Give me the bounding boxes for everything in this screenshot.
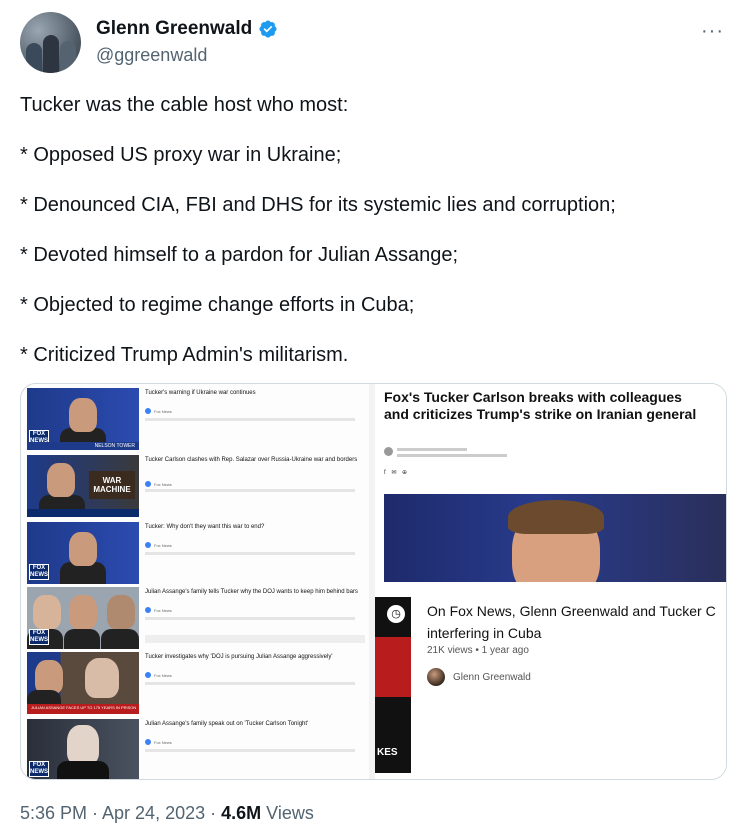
author-name-row: Glenn Greenwald [96, 18, 278, 40]
author-avatar[interactable] [20, 12, 81, 73]
tweet-line: Tucker was the cable host who most: [20, 94, 349, 116]
video-list-item[interactable]: JULIAN ASSANGE FACES UP TO 175 YEARS IN … [27, 652, 365, 714]
video-thumbnail: FOX NEWS [27, 719, 139, 779]
channel-name: Glenn Greenwald [453, 671, 531, 683]
thumbnail-caption: NELSON TOWER [27, 442, 139, 450]
thumbnail-caption: WAR MACHINE [89, 471, 135, 499]
video-title: Julian Assange's family tells Tucker why… [145, 589, 358, 595]
tweet-text: Tucker was the cable host who most: * Op… [20, 93, 720, 368]
youtube-video-screenshot[interactable]: ◷ KES On Fox News, Glenn Greenwald and T… [375, 589, 726, 779]
channel-avatar [427, 668, 445, 686]
author-handle[interactable]: @ggreenwald [96, 45, 207, 66]
video-channel: Fox News [145, 672, 172, 678]
article-image [384, 494, 726, 582]
thumbnail-caption: JULIAN ASSANGE FACES UP TO 175 YEARS IN … [27, 704, 139, 714]
video-channel: Fox News [145, 542, 172, 548]
video-channel: Fox News [145, 607, 172, 613]
youtube-channel: Glenn Greenwald [427, 668, 531, 686]
tweet-header: Glenn Greenwald @ggreenwald ··· [20, 12, 730, 76]
video-title: Julian Assange's family speak out on 'Tu… [145, 721, 309, 727]
views-count: 4.6M [221, 803, 262, 823]
video-title: Tucker: Why don't they want this war to … [145, 524, 265, 530]
right-panel: Fox's Tucker Carlson breaks with colleag… [375, 384, 726, 779]
news-article-screenshot[interactable]: Fox's Tucker Carlson breaks with colleag… [375, 384, 726, 584]
more-horizontal-icon[interactable]: ··· [701, 20, 724, 43]
tweet-line: * Criticized Trump Admin's militarism. [20, 344, 349, 366]
youtube-video-title: On Fox News, Glenn Greenwald and Tucker … [427, 603, 716, 641]
clock-icon: ◷ [387, 605, 405, 623]
video-thumbnail: FOX NEWS NELSON TOWER [27, 388, 139, 450]
tweet-footer: 5:36 PM · Apr 24, 2023 · 4.6M Views [20, 803, 314, 824]
tweet-line: * Opposed US proxy war in Ukraine; [20, 144, 342, 166]
video-list-screenshot[interactable]: FOX NEWS NELSON TOWER Tucker's warning if… [21, 384, 369, 779]
tweet-line: * Devoted himself to a pardon for Julian… [20, 244, 459, 266]
video-channel: Fox News [145, 739, 172, 745]
video-list-item[interactable]: WAR MACHINE Tucker Carlson clashes with … [27, 455, 365, 517]
video-thumbnail: JULIAN ASSANGE FACES UP TO 175 YEARS IN … [27, 652, 139, 714]
youtube-thumbnail: ◷ KES [375, 597, 411, 773]
article-headline: Fox's Tucker Carlson breaks with colleag… [384, 389, 697, 422]
video-list-item[interactable]: FOX NEWS NELSON TOWER Tucker's warning if… [27, 388, 365, 450]
video-thumbnail: FOX NEWS [27, 587, 139, 649]
tweet-line: * Objected to regime change efforts in C… [20, 294, 415, 316]
video-channel: Fox News [145, 408, 172, 414]
author-name[interactable]: Glenn Greenwald [96, 18, 252, 40]
tweet-timestamp[interactable]: 5:36 PM · Apr 24, 2023 · [20, 803, 216, 824]
video-thumbnail: WAR MACHINE [27, 455, 139, 517]
video-title: Tucker Carlson clashes with Rep. Salazar… [145, 457, 358, 463]
video-title: Tucker's warning if Ukraine war continue… [145, 390, 256, 396]
video-list-item[interactable]: FOX NEWS Julian Assange's family speak ou… [27, 719, 365, 779]
video-channel: Fox News [145, 481, 172, 487]
share-icons: f ✉ ⊕ [384, 470, 410, 476]
video-title: Tucker investigates why 'DOJ is pursuing… [145, 654, 333, 660]
thumbnail-caption: KES [377, 747, 398, 758]
verified-badge-icon [259, 20, 277, 38]
tweet-media[interactable]: FOX NEWS NELSON TOWER Tucker's warning if… [20, 383, 727, 780]
article-byline [384, 447, 507, 457]
video-list-item[interactable]: FOX NEWS Julian Assange's family tells Tu… [27, 587, 365, 649]
tweet-line: * Denounced CIA, FBI and DHS for its sys… [20, 194, 616, 216]
views-label: Views [266, 803, 314, 823]
video-thumbnail: FOX NEWS [27, 522, 139, 584]
video-list-item[interactable]: FOX NEWS Tucker: Why don't they want this… [27, 522, 365, 584]
youtube-video-meta: 21K views • 1 year ago [427, 645, 529, 656]
